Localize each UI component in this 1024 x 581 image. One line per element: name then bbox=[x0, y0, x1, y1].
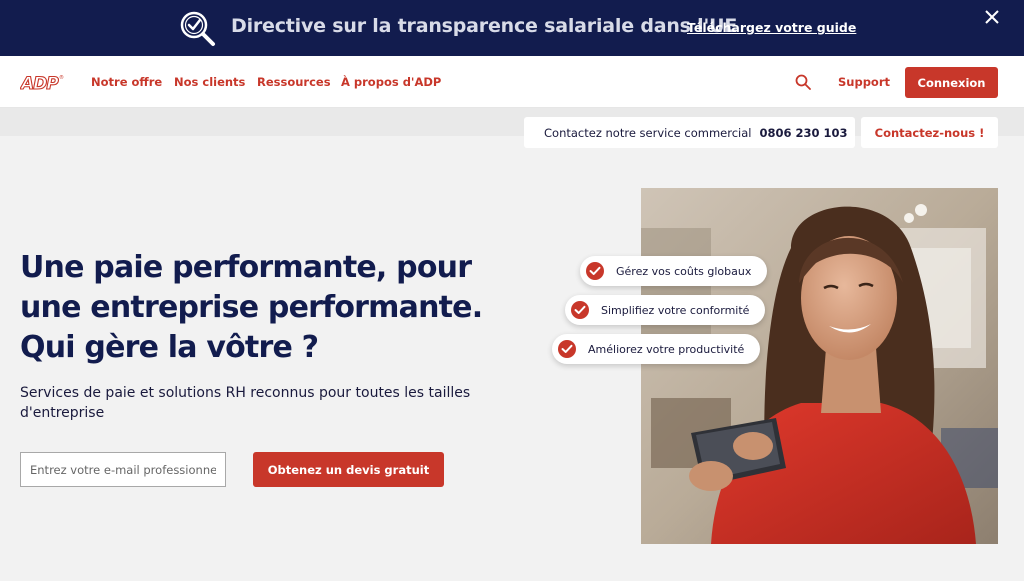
magnifier-check-icon bbox=[180, 11, 215, 46]
svg-text:®: ® bbox=[59, 74, 64, 81]
contact-us-button[interactable]: Contactez-nous ! bbox=[861, 117, 998, 148]
nav-nos-clients[interactable]: Nos clients bbox=[174, 75, 245, 89]
feature-pill-productivity: Améliorez votre productivité bbox=[552, 334, 761, 364]
support-link[interactable]: Support bbox=[838, 75, 890, 89]
hero-title-line: Une paie performante, pour bbox=[20, 250, 472, 285]
main-header: ADP ® Notre offre Nos clients Ressources… bbox=[0, 56, 1024, 108]
search-icon[interactable] bbox=[795, 74, 811, 90]
hero-photo bbox=[641, 188, 998, 544]
feature-label: Simplifiez votre conformité bbox=[601, 303, 750, 317]
login-button[interactable]: Connexion bbox=[905, 67, 998, 98]
nav-a-propos[interactable]: À propos d'ADP bbox=[341, 75, 441, 89]
close-icon[interactable] bbox=[982, 7, 1002, 27]
nav-notre-offre[interactable]: Notre offre bbox=[91, 75, 162, 89]
feature-label: Gérez vos coûts globaux bbox=[616, 264, 752, 278]
download-guide-link[interactable]: Téléchargez votre guide bbox=[687, 20, 856, 35]
hero-title: Une paie performante, pour une entrepris… bbox=[20, 248, 520, 368]
nav-ressources[interactable]: Ressources bbox=[257, 75, 331, 89]
feature-label: Améliorez votre productivité bbox=[588, 342, 745, 356]
feature-pill-compliance: Simplifiez votre conformité bbox=[565, 295, 766, 325]
hero-title-line: Qui gère la vôtre ? bbox=[20, 330, 319, 365]
get-quote-button[interactable]: Obtenez un devis gratuit bbox=[253, 452, 444, 487]
sales-contact: Contactez notre service commercial 0806 … bbox=[524, 117, 855, 148]
check-icon bbox=[558, 340, 576, 358]
sales-contact-label: Contactez notre service commercial bbox=[544, 125, 752, 140]
announcement-banner: Directive sur la transparence salariale … bbox=[0, 0, 1024, 56]
check-icon bbox=[571, 301, 589, 319]
adp-logo[interactable]: ADP ® bbox=[20, 71, 64, 93]
feature-pill-costs: Gérez vos coûts globaux bbox=[580, 256, 768, 286]
hero-subtitle: Services de paie et solutions RH reconnu… bbox=[20, 385, 471, 421]
hero-title-line: une entreprise performante. bbox=[20, 290, 483, 325]
email-input[interactable] bbox=[20, 452, 226, 487]
check-icon bbox=[586, 262, 604, 280]
svg-text:ADP: ADP bbox=[20, 74, 59, 93]
banner-text: Directive sur la transparence salariale … bbox=[231, 15, 738, 37]
sales-phone-number[interactable]: 0806 230 103 bbox=[759, 126, 847, 140]
